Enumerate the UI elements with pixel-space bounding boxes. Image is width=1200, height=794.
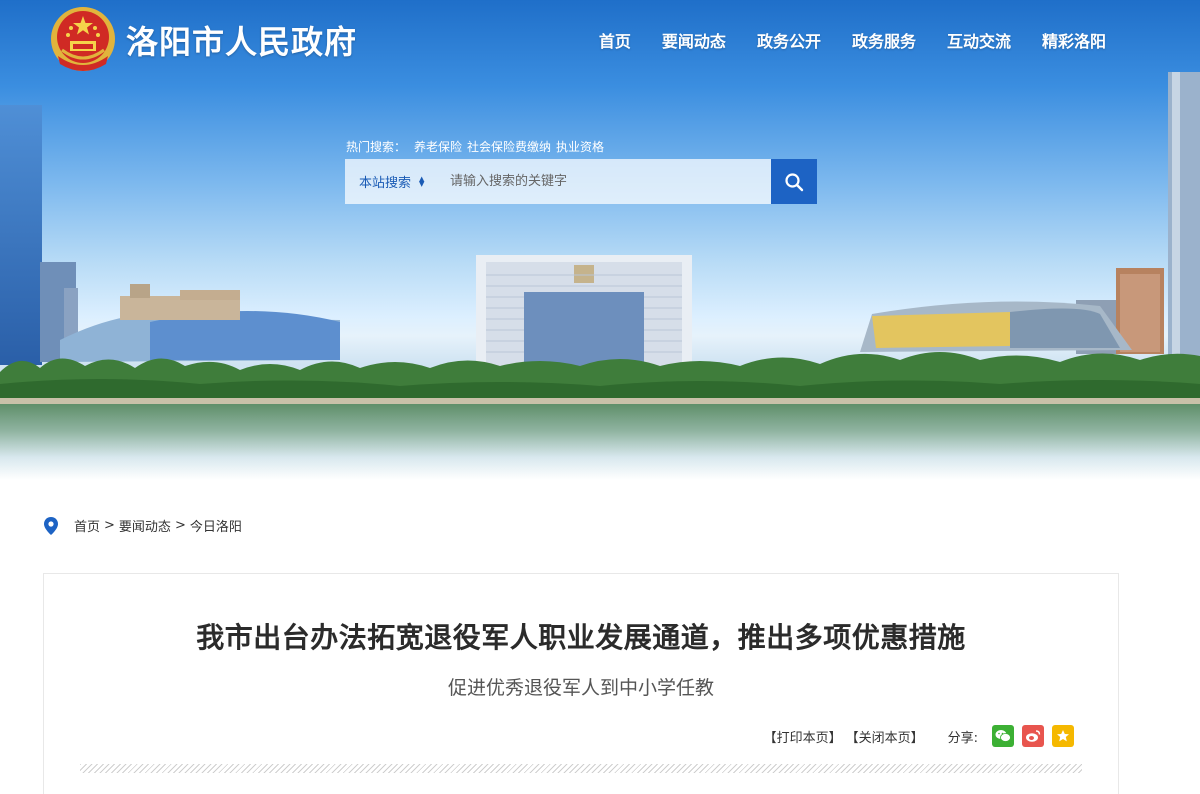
search-box: 本站搜索 ▲ ▼	[345, 159, 817, 204]
hot-search-term[interactable]: 社会保险费缴纳	[467, 138, 551, 155]
search-icon	[785, 172, 804, 191]
article-subtitle: 促进优秀退役军人到中小学任教	[447, 677, 714, 699]
wechat-share-button[interactable]	[992, 725, 1014, 747]
share-label: 分享:	[947, 730, 978, 746]
breadcrumb: 首页 > 要闻动态 > 今日洛阳	[44, 516, 242, 535]
print-page-link[interactable]: 【打印本页】	[764, 727, 842, 746]
nav-item-luoyang[interactable]: 精彩洛阳	[1042, 28, 1106, 52]
star-icon	[1057, 730, 1069, 742]
article-tools: 【打印本页】 【关闭本页】 分享:	[760, 725, 1074, 747]
location-pin-icon	[44, 516, 58, 535]
search-scope-label: 本站搜索	[359, 176, 412, 191]
sort-arrows-icon: ▲ ▼	[419, 174, 425, 188]
weibo-icon	[1026, 730, 1041, 742]
breadcrumb-home[interactable]: 首页	[74, 516, 100, 535]
national-emblem-icon	[51, 7, 115, 71]
hatched-divider	[80, 764, 1082, 773]
article-card: 我市出台办法拓宽退役军人职业发展通道，推出多项优惠措施 促进优秀退役军人到中小学…	[43, 573, 1119, 794]
breadcrumb-separator: >	[174, 518, 186, 533]
site-title: 洛阳市人民政府	[126, 23, 358, 61]
hot-search-label: 热门搜索：	[346, 140, 407, 154]
search-input[interactable]	[440, 159, 771, 204]
close-page-link[interactable]: 【关闭本页】	[846, 727, 924, 746]
search-button[interactable]	[771, 159, 817, 204]
main-nav: 首页 要闻动态 政务公开 政务服务 互动交流 精彩洛阳	[568, 28, 1106, 52]
hero-banner: 洛阳市人民政府 首页 要闻动态 政务公开 政务服务 互动交流 精彩洛阳 热门搜索…	[0, 0, 1200, 480]
site-logo[interactable]: 洛阳市人民政府	[48, 4, 357, 76]
favorite-share-button[interactable]	[1052, 725, 1074, 747]
hot-search: 热门搜索： 养老保险 社会保险费缴纳 执业资格	[346, 138, 609, 155]
nav-item-gov-services[interactable]: 政务服务	[852, 28, 916, 52]
wechat-icon	[995, 730, 1011, 742]
hot-search-term[interactable]: 养老保险	[414, 138, 462, 155]
nav-item-gov-info[interactable]: 政务公开	[757, 28, 821, 52]
weibo-share-button[interactable]	[1022, 725, 1044, 747]
nav-item-news[interactable]: 要闻动态	[662, 28, 726, 52]
nav-item-interaction[interactable]: 互动交流	[947, 28, 1011, 52]
nav-item-home[interactable]: 首页	[599, 28, 631, 52]
breadcrumb-news[interactable]: 要闻动态	[119, 516, 171, 535]
search-scope-select[interactable]: 本站搜索 ▲ ▼	[345, 172, 440, 191]
breadcrumb-separator: >	[104, 518, 115, 533]
breadcrumb-today-luoyang[interactable]: 今日洛阳	[190, 516, 242, 535]
article-title: 我市出台办法拓宽退役军人职业发展通道，推出多项优惠措施	[196, 621, 966, 654]
hot-search-term[interactable]: 执业资格	[556, 138, 604, 155]
